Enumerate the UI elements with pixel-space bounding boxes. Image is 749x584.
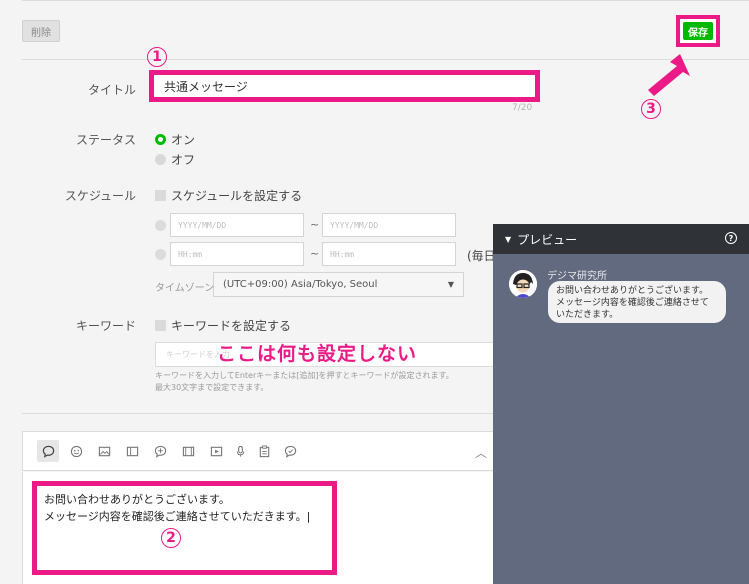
status-on-radio[interactable]: オン <box>155 131 195 148</box>
annotation-number-2: 2 <box>161 528 181 548</box>
preview-title: プレビュー <box>517 232 578 247</box>
timezone-select[interactable]: (UTC+09:00) Asia/Tokyo, Seoul ▼ <box>213 272 464 297</box>
video-play-icon[interactable] <box>205 440 227 462</box>
save-button[interactable]: 保存 <box>683 22 713 40</box>
keyword-help-text: キーワードを入力してEnterキーまたは[追加]を押すとキーワードが設定されます… <box>155 371 454 380</box>
timezone-value: (UTC+09:00) Asia/Tokyo, Seoul <box>223 279 378 290</box>
text-message-icon[interactable] <box>37 440 59 462</box>
top-divider <box>22 0 749 1</box>
editor-highlight-frame <box>32 481 337 575</box>
preview-message-bubble: お問い合わせありがとうございます。 メッセージ内容を確認後ご連絡させて いただき… <box>548 281 726 323</box>
sticker-icon[interactable] <box>65 440 87 462</box>
survey-message-icon[interactable] <box>279 440 301 462</box>
keyword-limit-text: 最大30文字まで設定できます。 <box>155 383 269 392</box>
annotation-number-3: 3 <box>641 99 661 119</box>
preview-header[interactable]: ▼ プレビュー ? <box>493 224 749 254</box>
timezone-label: タイムゾーン <box>155 283 215 294</box>
message-type-toolbar: ︿ <box>22 431 494 471</box>
title-label: タイトル <box>87 83 136 97</box>
end-time-input[interactable]: HH:mm <box>322 242 456 266</box>
chevron-down-icon: ▼ <box>447 280 454 289</box>
image-icon[interactable] <box>93 440 115 462</box>
schedule-time-radio[interactable] <box>155 249 166 260</box>
rich-message-icon[interactable] <box>149 440 171 462</box>
pointer-arrow-icon <box>648 54 690 96</box>
bubble-line-2: メッセージ内容を確認後ご連絡させて <box>556 298 709 308</box>
schedule-checkbox-label: スケジュールを設定する <box>171 189 303 203</box>
date-range-tilde: ~ <box>310 218 320 231</box>
start-time-input[interactable]: HH:mm <box>170 242 304 266</box>
delete-button[interactable]: 削除 <box>22 20 60 42</box>
status-off-radio[interactable]: オフ <box>155 151 195 168</box>
keyword-checkbox-label: キーワードを設定する <box>171 319 292 333</box>
radio-unselected-icon <box>155 154 166 165</box>
annotation-number-1: 1 <box>147 47 167 67</box>
title-char-counter: 7/20 <box>512 103 533 113</box>
keyword-checkbox[interactable]: キーワードを設定する <box>155 317 291 334</box>
title-highlight-frame: 共通メッセージ <box>149 70 540 102</box>
schedule-checkbox[interactable]: スケジュールを設定する <box>155 187 302 204</box>
preview-sender-name: デジマ研究所 <box>547 271 607 282</box>
keyword-label: キーワード <box>75 319 136 333</box>
time-range-tilde: ~ <box>310 247 320 260</box>
status-on-label: オン <box>171 133 196 147</box>
title-input[interactable]: 共通メッセージ <box>154 75 535 97</box>
save-highlight-frame: 保存 <box>676 15 720 47</box>
bubble-line-1: お問い合わせありがとうございます。 <box>556 286 709 296</box>
video-frame-icon[interactable] <box>177 440 199 462</box>
checkbox-icon <box>155 320 166 331</box>
help-icon[interactable]: ? <box>725 232 737 244</box>
status-label: ステータス <box>75 133 136 147</box>
bubble-line-3: いただきます。 <box>556 310 619 320</box>
checkbox-icon <box>155 190 166 201</box>
schedule-date-radio[interactable] <box>155 220 166 231</box>
radio-selected-icon <box>155 134 166 145</box>
end-date-input[interactable]: YYYY/MM/DD <box>322 213 456 237</box>
schedule-label: スケジュール <box>64 189 136 203</box>
coupon-icon[interactable] <box>253 440 275 462</box>
start-date-input[interactable]: YYYY/MM/DD <box>170 213 304 237</box>
annotation-note: ここは何も設定しない <box>217 343 418 365</box>
preview-panel: ▼ プレビュー ? デジマ研究所 お問い合わせありがとうございます。 メッセージ… <box>493 224 749 584</box>
microphone-icon[interactable] <box>229 440 251 462</box>
card-icon[interactable] <box>121 440 143 462</box>
avatar <box>509 270 537 298</box>
chevron-up-icon[interactable]: ︿ <box>475 444 487 461</box>
caret-down-icon: ▼ <box>505 234 512 244</box>
status-off-label: オフ <box>171 153 196 167</box>
